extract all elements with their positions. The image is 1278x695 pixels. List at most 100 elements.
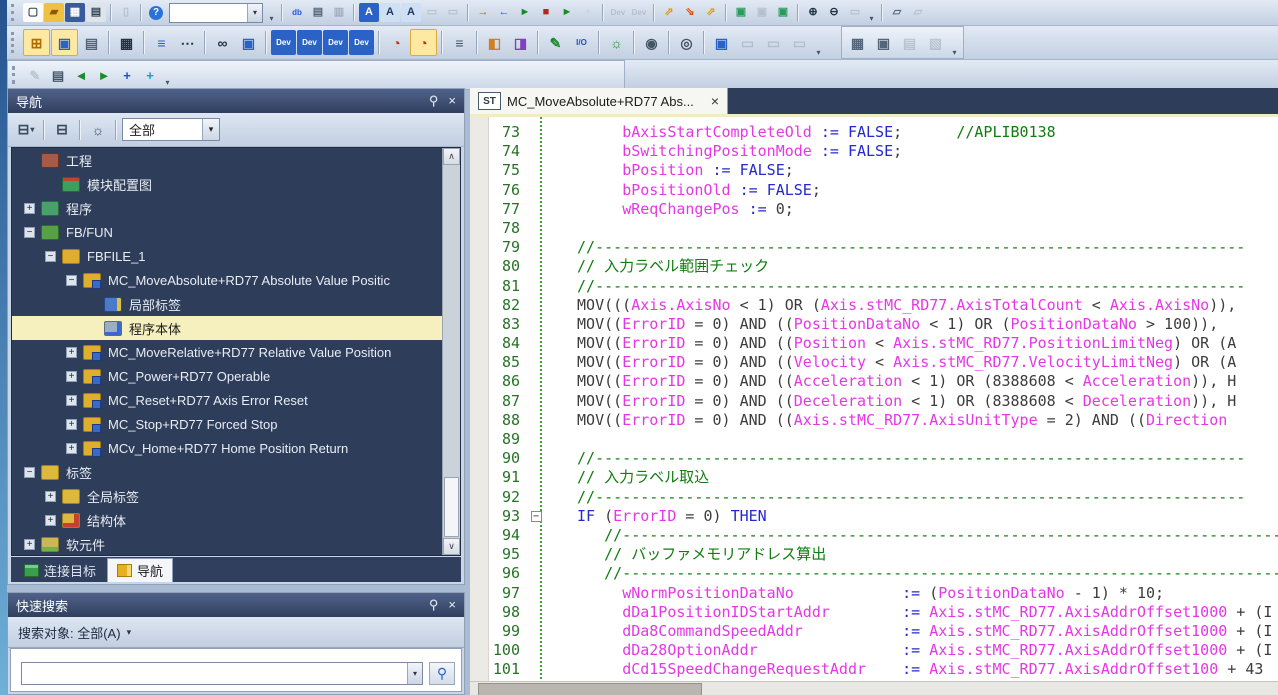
statement-list-icon[interactable]: ▦ bbox=[845, 30, 870, 55]
tree-item[interactable]: +MC_MoveRelative+RD77 Relative Value Pos… bbox=[12, 340, 460, 364]
code-line[interactable]: 87 MOV((ErrorID = 0) AND ((Deceleration … bbox=[470, 392, 1278, 411]
scroll-down-icon[interactable]: ∨ bbox=[443, 538, 460, 555]
chevron-down-icon[interactable]: ▾ bbox=[202, 119, 219, 140]
code-line[interactable]: 75 bPosition := FALSE; bbox=[470, 161, 1278, 180]
edit-icon[interactable]: ✎ bbox=[543, 30, 568, 55]
device-display-3-icon[interactable]: Dev bbox=[323, 30, 348, 55]
expand-icon[interactable]: + bbox=[24, 203, 35, 214]
navigation-window-icon[interactable]: ⊞ bbox=[23, 29, 50, 56]
label-b-icon[interactable]: A bbox=[401, 3, 421, 22]
jump-back-icon[interactable]: ⇗ bbox=[701, 3, 721, 22]
duplicate-icon[interactable]: ▤ bbox=[47, 65, 69, 86]
insert-column-icon[interactable]: + bbox=[139, 65, 161, 86]
lock-a-icon[interactable]: ▣ bbox=[731, 3, 751, 22]
expand-icon[interactable]: + bbox=[66, 419, 77, 430]
tree-item[interactable]: 程序本体 bbox=[12, 316, 460, 340]
code-line[interactable]: 86 MOV((ErrorID = 0) AND ((Acceleration … bbox=[470, 372, 1278, 391]
code-line[interactable]: 84 MOV((ErrorID = 0) AND ((Position < Ax… bbox=[470, 334, 1278, 353]
new-file-icon[interactable]: ▢ bbox=[23, 3, 43, 22]
inactive-a-icon[interactable]: ▭ bbox=[735, 30, 760, 55]
tree-item[interactable]: 模块配置图 bbox=[12, 172, 460, 196]
gray-b-icon[interactable]: ▭ bbox=[443, 3, 463, 22]
parameter-icon[interactable]: ◧ bbox=[482, 30, 507, 55]
watch-copy-icon[interactable]: ▥ bbox=[329, 3, 349, 22]
window-b-icon[interactable]: ▱ bbox=[908, 3, 928, 22]
monitor-gray-icon[interactable]: ◦ bbox=[578, 3, 598, 22]
find-icon[interactable]: ∞ bbox=[210, 30, 235, 55]
tab-navigation[interactable]: 导航 bbox=[107, 558, 173, 582]
pin-icon[interactable]: ⚲ bbox=[429, 597, 439, 613]
toolbar-combo[interactable]: ▾ bbox=[169, 3, 263, 23]
collapse-all-icon[interactable]: ⊟ bbox=[50, 119, 74, 141]
horizontal-scrollbar[interactable] bbox=[470, 681, 1278, 695]
code-line[interactable]: 100 dDa28OptionAddr := Axis.stMC_RD77.Ax… bbox=[470, 641, 1278, 660]
watch-start-icon[interactable]: ◔ bbox=[384, 30, 409, 55]
device-memory-icon[interactable]: ▣ bbox=[871, 30, 896, 55]
gray-a-icon[interactable]: ▭ bbox=[422, 3, 442, 22]
tree-item[interactable]: +程序 bbox=[12, 196, 460, 220]
code-line[interactable]: 79 //-----------------------------------… bbox=[470, 238, 1278, 257]
toolbar-overflow-icon[interactable]: ▾ bbox=[162, 61, 173, 89]
dev-window-a-icon[interactable]: Dev bbox=[608, 3, 628, 22]
code-line[interactable]: 78 bbox=[470, 219, 1278, 238]
monitor-find-icon[interactable]: ► bbox=[557, 3, 577, 22]
code-editor[interactable]: 73 bAxisStartCompleteOld := FALSE; //APL… bbox=[470, 117, 1278, 695]
expand-icon[interactable]: + bbox=[66, 443, 77, 454]
open-folder-icon[interactable]: ▰ bbox=[44, 3, 64, 22]
tree-item[interactable]: −FB/FUN bbox=[12, 220, 460, 244]
code-line[interactable]: 94 //-----------------------------------… bbox=[470, 526, 1278, 545]
code-line[interactable]: 74 bSwitchingPositonMode := FALSE; bbox=[470, 142, 1278, 161]
search-input-combo[interactable]: ▾ bbox=[21, 662, 423, 685]
tree-item[interactable]: −标签 bbox=[12, 460, 460, 484]
tree-item[interactable]: 局部标签 bbox=[12, 292, 460, 316]
edit-disabled-icon[interactable]: ✎ bbox=[24, 65, 46, 86]
io-check-icon[interactable]: I/O bbox=[569, 30, 594, 55]
label-a-icon[interactable]: A bbox=[380, 3, 400, 22]
code-line[interactable]: 97 wNormPositionDataNo := (PositionDataN… bbox=[470, 584, 1278, 603]
dev-window-b-icon[interactable]: Dev bbox=[629, 3, 649, 22]
read-from-plc-icon[interactable]: ← bbox=[494, 3, 514, 22]
device-display-1-icon[interactable]: Dev bbox=[271, 30, 296, 55]
close-icon[interactable]: × bbox=[448, 597, 456, 613]
search-input[interactable] bbox=[22, 663, 407, 684]
zoom-in-icon[interactable]: ⊕ bbox=[803, 3, 823, 22]
pin-icon[interactable]: ⚲ bbox=[429, 93, 439, 109]
toolbar-grip[interactable] bbox=[11, 32, 18, 54]
tree-item[interactable]: +软元件 bbox=[12, 532, 460, 556]
paste-icon[interactable]: ▯ bbox=[116, 3, 136, 22]
collapse-icon[interactable]: − bbox=[24, 227, 35, 238]
help-icon[interactable]: ? bbox=[146, 3, 166, 22]
monitor-window-icon[interactable]: ▣ bbox=[51, 29, 78, 56]
code-line[interactable]: 91 // 入力ラベル取込 bbox=[470, 468, 1278, 487]
misc-gray-icon[interactable]: ▧ bbox=[923, 30, 948, 55]
jump-dest-icon[interactable]: ⇘ bbox=[680, 3, 700, 22]
monitor-start-icon[interactable]: ► bbox=[515, 3, 535, 22]
code-line[interactable]: 89 bbox=[470, 430, 1278, 449]
tree-item[interactable]: +MC_Reset+RD77 Axis Error Reset bbox=[12, 388, 460, 412]
tree-item[interactable]: +MC_Power+RD77 Operable bbox=[12, 364, 460, 388]
tree-filter-combo[interactable]: 全部 ▾ bbox=[122, 118, 220, 141]
find-previous-icon[interactable]: ◄ bbox=[70, 65, 92, 86]
expand-icon[interactable]: + bbox=[24, 539, 35, 550]
tree-item[interactable]: +结构体 bbox=[12, 508, 460, 532]
code-line[interactable]: 81 //-----------------------------------… bbox=[470, 277, 1278, 296]
find-next-icon[interactable]: ► bbox=[93, 65, 115, 86]
chevron-down-icon[interactable]: ▾ bbox=[407, 663, 422, 684]
expand-icon[interactable]: + bbox=[66, 347, 77, 358]
code-line[interactable]: 73 bAxisStartCompleteOld := FALSE; //APL… bbox=[470, 123, 1278, 142]
insert-row-icon[interactable]: + bbox=[116, 65, 138, 86]
jump-source-icon[interactable]: ⇗ bbox=[659, 3, 679, 22]
tree-item[interactable]: +MC_Stop+RD77 Forced Stop bbox=[12, 412, 460, 436]
tree-display-icon[interactable]: ⊟▾ bbox=[14, 119, 38, 141]
code-line[interactable]: 90 //-----------------------------------… bbox=[470, 449, 1278, 468]
find-window-icon[interactable]: ▣ bbox=[236, 30, 261, 55]
document-tab[interactable]: ST MC_MoveAbsolute+RD77 Abs... × bbox=[470, 88, 728, 114]
module-icon[interactable]: ▦ bbox=[114, 30, 139, 55]
code-line[interactable]: 83 MOV((ErrorID = 0) AND ((PositionDataN… bbox=[470, 315, 1278, 334]
zoom-gray-icon[interactable]: ▭ bbox=[845, 3, 865, 22]
expand-icon[interactable]: + bbox=[66, 371, 77, 382]
code-line[interactable]: 98 dDa1PositionIDStartAddr := Axis.stMC_… bbox=[470, 603, 1278, 622]
code-line[interactable]: 95 // バッファメモリアドレス算出 bbox=[470, 545, 1278, 564]
tree-item[interactable]: −MC_MoveAbsolute+RD77 Absolute Value Pos… bbox=[12, 268, 460, 292]
label-setting-icon[interactable]: ◨ bbox=[508, 30, 533, 55]
